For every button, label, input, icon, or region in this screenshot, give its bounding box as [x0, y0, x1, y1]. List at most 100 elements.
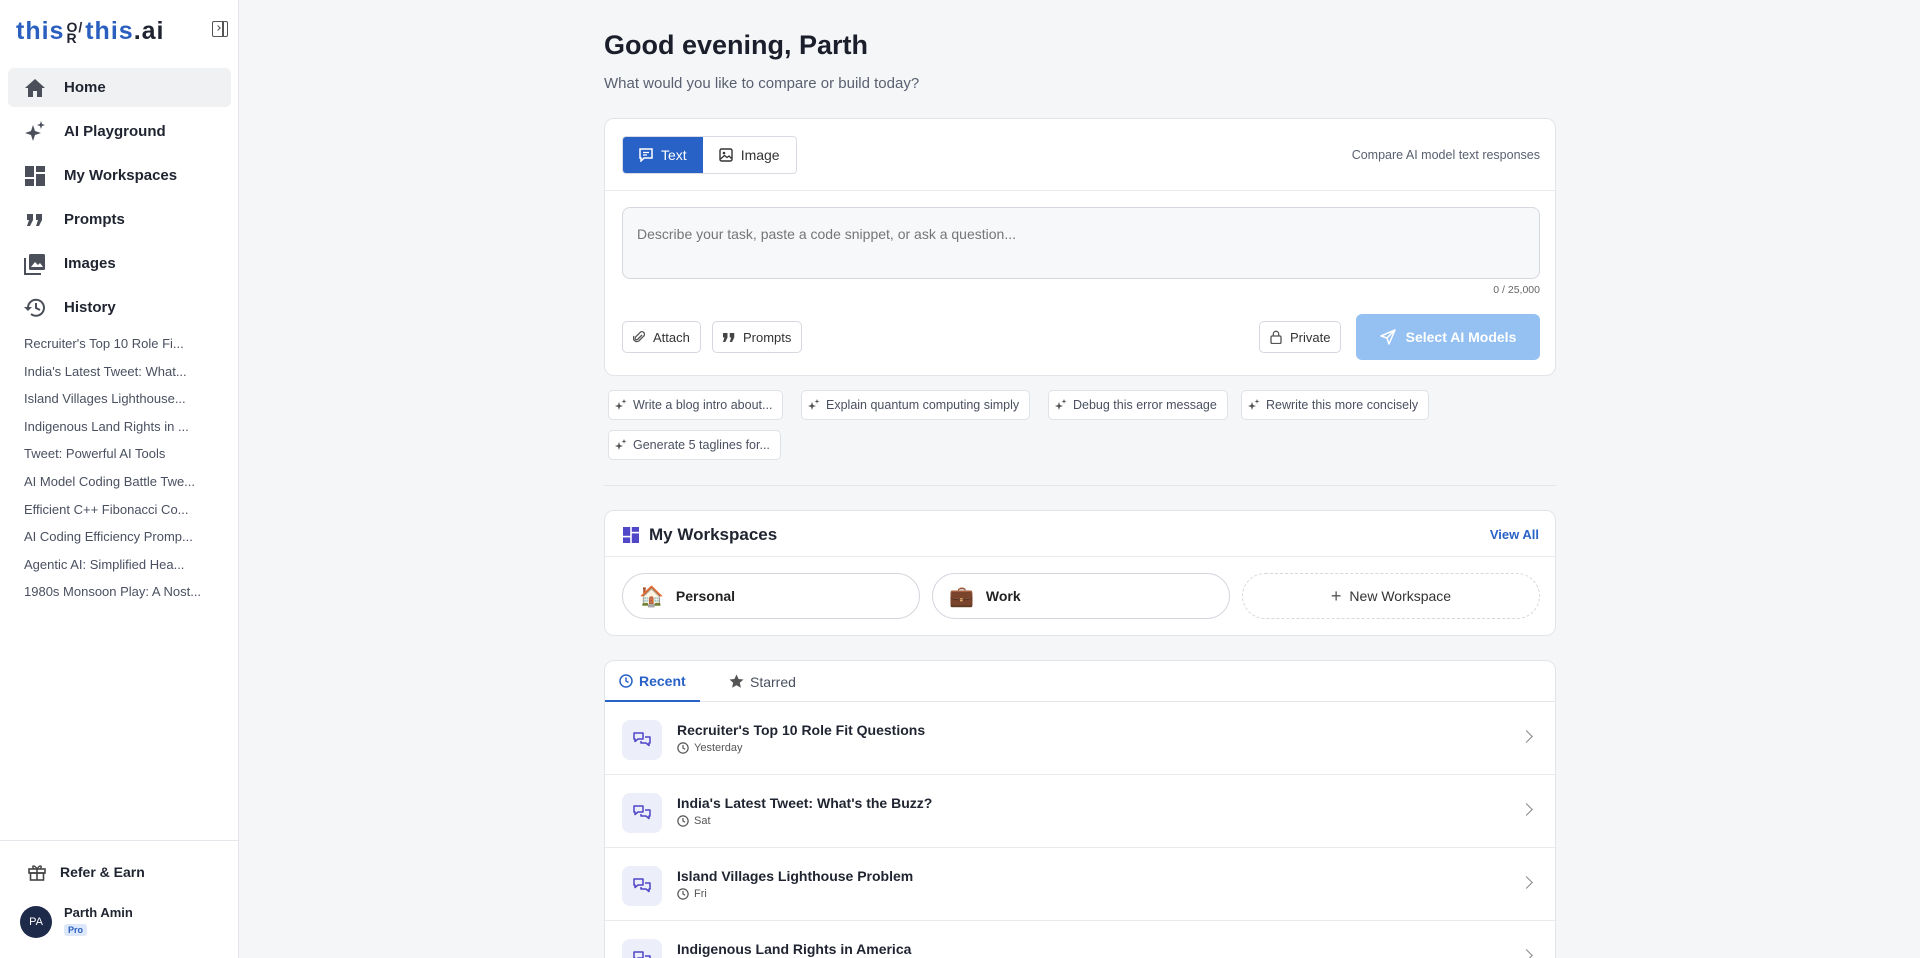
- history-item[interactable]: Island Villages Lighthouse...: [24, 391, 224, 419]
- suggestion-chip[interactable]: Generate 5 taglines for...: [608, 430, 781, 460]
- dashboard-icon: [24, 165, 46, 187]
- gift-icon: [28, 865, 46, 881]
- suggestion-chip[interactable]: Rewrite this more concisely: [1241, 390, 1430, 420]
- sidebar: this O/ R this .ai Home AI Playground My …: [0, 0, 239, 958]
- logo-text-this: this: [16, 16, 65, 45]
- divider: [605, 190, 1555, 191]
- table-row[interactable]: Island Villages Lighthouse Problem Fri: [605, 848, 1555, 921]
- logo-text-this-2: this: [85, 16, 134, 45]
- history-item[interactable]: India's Latest Tweet: What...: [24, 364, 224, 392]
- logo-or: O/ R: [66, 19, 84, 46]
- conversation-icon: [622, 866, 662, 906]
- table-row[interactable]: India's Latest Tweet: What's the Buzz? S…: [605, 775, 1555, 848]
- history-item[interactable]: Agentic AI: Simplified Hea...: [24, 557, 224, 585]
- conversation-icon: [622, 939, 662, 958]
- workspace-card-personal[interactable]: 🏠 Personal: [622, 573, 920, 619]
- sidebar-item-my-workspaces[interactable]: My Workspaces: [8, 156, 231, 195]
- row-timestamp: Sat: [677, 815, 711, 827]
- suggestion-chip[interactable]: Write a blog intro about...: [608, 390, 784, 420]
- house-icon: 🏠: [639, 585, 664, 608]
- mode-image-button[interactable]: Image: [703, 137, 796, 173]
- prompts-button[interactable]: Prompts: [712, 321, 803, 353]
- history-icon: [24, 297, 46, 319]
- quote-icon: [24, 209, 46, 231]
- history-item[interactable]: AI Model Coding Battle Twe...: [24, 474, 224, 502]
- workspaces-panel: My Workspaces View All 🏠 Personal 💼 Work…: [604, 510, 1556, 636]
- table-row[interactable]: Indigenous Land Rights in America: [605, 921, 1555, 958]
- row-title: Recruiter's Top 10 Role Fit Questions: [677, 722, 926, 738]
- history-item[interactable]: AI Coding Efficiency Promp...: [24, 529, 224, 557]
- new-workspace-button[interactable]: + New Workspace: [1242, 573, 1540, 619]
- briefcase-icon: 💼: [949, 585, 974, 608]
- row-title: Island Villages Lighthouse Problem: [677, 868, 914, 884]
- sidebar-item-images[interactable]: Images: [8, 244, 231, 283]
- prompt-input[interactable]: [622, 207, 1540, 279]
- user-profile[interactable]: PA Parth Amin Pro: [20, 905, 133, 938]
- chat-icon: [639, 148, 653, 162]
- attach-button[interactable]: Attach: [622, 321, 701, 353]
- divider: [605, 556, 1555, 557]
- chevron-right-icon: [1520, 949, 1533, 958]
- row-timestamp: Yesterday: [677, 742, 743, 754]
- private-toggle[interactable]: Private: [1259, 321, 1342, 353]
- collapse-sidebar-icon[interactable]: [212, 21, 228, 37]
- row-title: India's Latest Tweet: What's the Buzz?: [677, 795, 933, 811]
- logo-suffix: .ai: [133, 16, 165, 45]
- star-icon: [729, 674, 744, 688]
- history-item[interactable]: 1980s Monsoon Play: A Nost...: [24, 584, 224, 612]
- sidebar-item-ai-playground[interactable]: AI Playground: [8, 112, 231, 151]
- compose-hint: Compare AI model text responses: [1351, 148, 1540, 162]
- clock-icon: [677, 742, 689, 754]
- history-item[interactable]: Efficient C++ Fibonacci Co...: [24, 502, 224, 530]
- row-timestamp: Fri: [677, 888, 707, 900]
- suggestion-chip[interactable]: Explain quantum computing simply: [801, 390, 1031, 420]
- workspaces-header: My Workspaces: [623, 525, 777, 545]
- char-counter: 0 / 25,000: [1493, 284, 1540, 296]
- table-row[interactable]: Recruiter's Top 10 Role Fit Questions Ye…: [605, 702, 1555, 775]
- chevron-right-icon: [1520, 730, 1533, 743]
- tab-starred[interactable]: Starred: [715, 661, 810, 702]
- history-item[interactable]: Tweet: Powerful AI Tools: [24, 446, 224, 474]
- sidebar-item-home[interactable]: Home: [8, 68, 231, 107]
- page-title: Good evening, Parth: [604, 30, 869, 60]
- sparkle-icon: [808, 399, 820, 410]
- refer-earn-link[interactable]: Refer & Earn: [28, 863, 145, 881]
- history-item[interactable]: Recruiter's Top 10 Role Fi...: [24, 336, 224, 364]
- tab-recent[interactable]: Recent: [605, 661, 700, 702]
- compose-panel: Text Image Compare AI model text respons…: [604, 118, 1556, 376]
- avatar: PA: [20, 905, 52, 938]
- history-list: Recruiter's Top 10 Role Fi... India's La…: [24, 336, 224, 612]
- images-icon: [24, 253, 46, 275]
- chevron-right-icon: [1520, 803, 1533, 816]
- workspace-card-work[interactable]: 💼 Work: [932, 573, 1230, 619]
- image-icon: [718, 148, 733, 162]
- quote-icon: [723, 332, 735, 342]
- sidebar-footer: Refer & Earn PA Parth Amin Pro: [0, 840, 239, 958]
- lock-icon: [1270, 330, 1282, 344]
- send-icon: [1379, 329, 1396, 345]
- divider: [604, 485, 1556, 486]
- recent-tabs: Recent Starred: [605, 661, 1555, 702]
- user-name: Parth Amin: [64, 905, 133, 920]
- row-title: Indigenous Land Rights in America: [677, 941, 912, 957]
- suggestion-chip[interactable]: Debug this error message: [1048, 390, 1228, 420]
- sidebar-item-prompts[interactable]: Prompts: [8, 200, 231, 239]
- dashboard-icon: [623, 527, 639, 543]
- home-icon: [24, 77, 46, 99]
- conversation-icon: [622, 720, 662, 760]
- select-ai-models-button[interactable]: Select AI Models: [1356, 314, 1540, 360]
- clock-icon: [677, 888, 689, 900]
- clock-icon: [677, 815, 689, 827]
- plan-badge: Pro: [64, 924, 88, 936]
- sparkles-icon: [24, 120, 46, 143]
- page-subtitle: What would you like to compare or build …: [604, 75, 920, 92]
- history-item[interactable]: Indigenous Land Rights in ...: [24, 419, 224, 447]
- recent-panel: Recent Starred Recruiter's Top 10 Role F…: [604, 660, 1556, 958]
- clock-icon: [619, 673, 633, 688]
- view-all-link[interactable]: View All: [1490, 527, 1539, 542]
- mode-text-button[interactable]: Text: [623, 137, 703, 173]
- sidebar-nav: Home AI Playground My Workspaces Prompts…: [8, 68, 231, 332]
- sidebar-item-history[interactable]: History: [8, 288, 231, 327]
- sparkle-icon: [615, 399, 627, 410]
- brand-logo[interactable]: this O/ R this .ai: [16, 14, 164, 48]
